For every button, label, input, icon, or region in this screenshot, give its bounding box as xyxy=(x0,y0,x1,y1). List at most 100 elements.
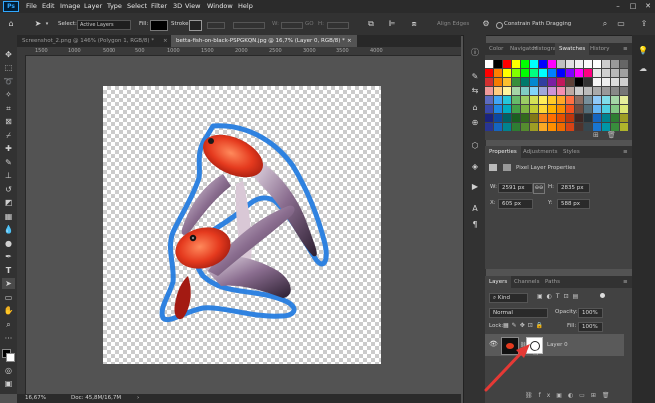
swatch[interactable] xyxy=(485,69,493,77)
share-icon[interactable]: ⇪ xyxy=(639,19,649,29)
swatch[interactable] xyxy=(485,96,493,104)
menu-help[interactable]: Help xyxy=(238,1,253,12)
minimize-icon[interactable]: – xyxy=(611,0,625,13)
swatch[interactable] xyxy=(584,96,592,104)
zoom-tool-icon[interactable]: ⌕ xyxy=(2,319,15,330)
chevron-right-icon[interactable]: › xyxy=(137,394,139,403)
swatch[interactable] xyxy=(611,114,619,122)
swatch[interactable] xyxy=(485,105,493,113)
swatch[interactable] xyxy=(593,78,601,86)
swatch[interactable] xyxy=(530,105,538,113)
swatch[interactable] xyxy=(611,69,619,77)
swatch[interactable] xyxy=(548,78,556,86)
swatch[interactable] xyxy=(566,96,574,104)
filter-icons[interactable]: ▣◐T⊡▤ xyxy=(537,293,582,300)
swatch[interactable] xyxy=(575,78,583,86)
swatch[interactable] xyxy=(503,69,511,77)
tool-presets-icon[interactable]: ⌂ xyxy=(469,102,481,114)
swatch[interactable] xyxy=(575,114,583,122)
frame-tool-icon[interactable]: ⊠ xyxy=(2,116,15,127)
menu-view[interactable]: View xyxy=(185,1,200,12)
swatch[interactable] xyxy=(548,96,556,104)
menu-edit[interactable]: Edit xyxy=(42,1,55,12)
swatch[interactable] xyxy=(584,123,592,131)
home-icon[interactable]: ⌂ xyxy=(5,19,17,29)
swatch[interactable] xyxy=(503,78,511,86)
new-swatch-icon[interactable]: ⊞ xyxy=(593,131,599,139)
swatch[interactable] xyxy=(521,96,529,104)
swatch[interactable] xyxy=(575,60,583,68)
path-selection-tool-icon[interactable]: ➤ xyxy=(33,19,43,29)
trash-icon[interactable]: 🗑 xyxy=(607,131,616,139)
dodge-tool-icon[interactable]: ● xyxy=(2,238,15,249)
zoom-level[interactable]: 16,67% xyxy=(25,394,46,403)
swatch[interactable] xyxy=(530,60,538,68)
swatch[interactable] xyxy=(521,105,529,113)
menu-select[interactable]: Select xyxy=(127,1,147,12)
swatch[interactable] xyxy=(548,87,556,95)
panel-menu-icon[interactable]: ≡ xyxy=(619,276,632,288)
swatch[interactable] xyxy=(593,60,601,68)
swatch[interactable] xyxy=(557,60,565,68)
swatch[interactable] xyxy=(503,105,511,113)
swatch[interactable] xyxy=(602,60,610,68)
swatch[interactable] xyxy=(485,123,493,131)
eyedropper-tool-icon[interactable]: ⌿ xyxy=(2,130,15,141)
swatch[interactable] xyxy=(494,87,502,95)
swatch[interactable] xyxy=(539,96,547,104)
tab-history[interactable]: History xyxy=(586,43,614,55)
swatch[interactable] xyxy=(620,69,628,77)
swatch[interactable] xyxy=(539,60,547,68)
tab-styles[interactable]: Styles xyxy=(559,146,584,158)
menu-layer[interactable]: Layer xyxy=(84,1,102,12)
clone-source-icon[interactable]: ⊕ xyxy=(469,117,481,129)
swatch[interactable] xyxy=(539,105,547,113)
y-field[interactable]: 588 px xyxy=(557,199,590,209)
stroke-width-field[interactable] xyxy=(207,22,225,29)
swatch[interactable] xyxy=(521,60,529,68)
menu-window[interactable]: Window xyxy=(207,1,233,12)
swatch[interactable] xyxy=(503,87,511,95)
swatch[interactable] xyxy=(548,69,556,77)
swatch[interactable] xyxy=(539,114,547,122)
swatch[interactable] xyxy=(611,123,619,131)
chevron-down-icon[interactable]: ▾ xyxy=(44,19,50,29)
search-icon[interactable]: ⌕ xyxy=(600,19,610,29)
swatch[interactable] xyxy=(485,87,493,95)
healing-brush-tool-icon[interactable]: ✚ xyxy=(2,143,15,154)
swatch[interactable] xyxy=(566,69,574,77)
swatch[interactable] xyxy=(566,123,574,131)
libraries-icon[interactable]: ☁ xyxy=(637,63,649,75)
swatch[interactable] xyxy=(539,123,547,131)
quick-mask-icon[interactable]: ◎ xyxy=(2,365,15,376)
swatch[interactable] xyxy=(512,114,520,122)
swatch[interactable] xyxy=(611,78,619,86)
panel-menu-icon[interactable]: ≡ xyxy=(619,146,632,158)
paragraph-icon[interactable]: ¶ xyxy=(469,219,481,231)
tab-swatches[interactable]: Swatches xyxy=(555,43,590,55)
swatch[interactable] xyxy=(584,78,592,86)
swatch[interactable] xyxy=(557,96,565,104)
swatch[interactable] xyxy=(530,69,538,77)
swatch[interactable] xyxy=(512,60,520,68)
3d-icon[interactable]: ⬡ xyxy=(469,140,481,152)
close-window-icon[interactable]: ✕ xyxy=(641,0,655,13)
mask-icon[interactable] xyxy=(503,164,511,171)
swatch[interactable] xyxy=(593,123,601,131)
swatches-grid[interactable] xyxy=(485,60,628,134)
swatch[interactable] xyxy=(602,87,610,95)
swatch[interactable] xyxy=(539,69,547,77)
swatch[interactable] xyxy=(539,78,547,86)
swatch[interactable] xyxy=(566,105,574,113)
layer-name[interactable]: Layer 0 xyxy=(547,340,568,350)
swatch[interactable] xyxy=(503,114,511,122)
type-tool-icon[interactable]: T xyxy=(2,265,15,276)
swatch[interactable] xyxy=(620,96,628,104)
magic-wand-tool-icon[interactable]: ✧ xyxy=(2,89,15,100)
swatch[interactable] xyxy=(512,78,520,86)
swatch[interactable] xyxy=(548,105,556,113)
select-dropdown[interactable]: Active Layers xyxy=(77,20,131,30)
swatch[interactable] xyxy=(620,60,628,68)
swatch[interactable] xyxy=(530,114,538,122)
brush-tool-icon[interactable]: ✎ xyxy=(2,157,15,168)
